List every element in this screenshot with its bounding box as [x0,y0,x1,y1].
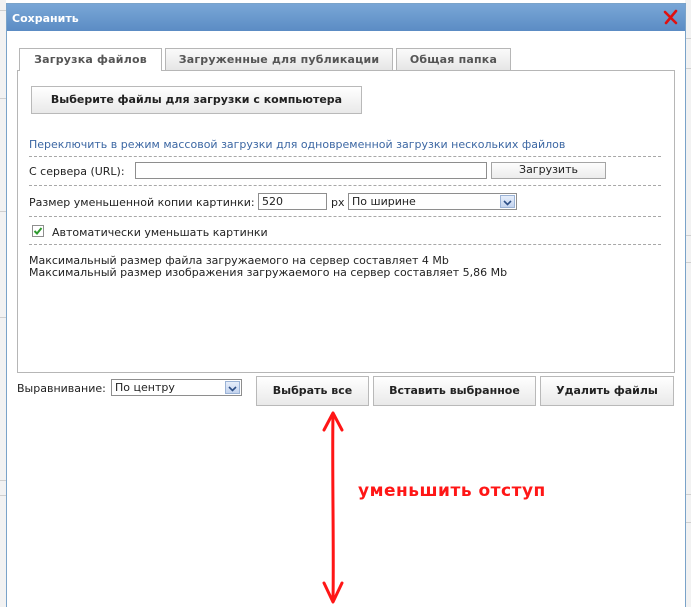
server-url-input[interactable] [135,162,487,179]
thumb-unit-label: px [331,196,345,209]
close-icon[interactable] [663,9,679,25]
alignment-selected: По центру [115,381,175,394]
choose-files-button[interactable]: Выберите файлы для загрузки с компьютера [31,86,362,114]
insert-selected-button[interactable]: Вставить выбранное [373,376,536,406]
insert-selected-label: Вставить выбранное [389,384,520,397]
dialog-title: Сохранить [12,12,79,25]
annotation-text: уменьшить отступ [358,481,546,501]
thumb-mode-selected: По ширине [352,195,416,208]
dialog-titlebar[interactable]: Сохранить [7,4,685,31]
tab-uploaded-for-publication[interactable]: Загруженные для публикации [165,48,393,70]
upload-panel: Выберите файлы для загрузки с компьютера… [17,70,675,373]
tab-upload-files[interactable]: Загрузка файлов [19,48,162,71]
tab-label: Загрузка файлов [34,53,147,66]
checkmark-icon [33,227,43,235]
thumb-size-input[interactable]: 520 [258,193,327,210]
select-all-button[interactable]: Выбрать все [256,376,369,406]
select-all-label: Выбрать все [272,384,353,397]
chevron-down-icon[interactable] [225,381,240,394]
tab-label: Загруженные для публикации [178,53,380,66]
choose-files-label: Выберите файлы для загрузки с компьютера [50,93,343,106]
separator [29,216,661,217]
separator [29,244,661,245]
max-image-size-text: Максимальный размер изображения загружае… [29,266,508,279]
double-arrow-annotation [322,411,344,604]
auto-shrink-label: Автоматически уменьшать картинки [52,226,268,239]
alignment-select[interactable]: По центру [111,379,242,396]
server-url-label: С сервера (URL): [29,165,125,178]
thumb-size-label: Размер уменьшенной копии картинки: [29,196,255,209]
separator [29,156,661,157]
chevron-down-icon[interactable] [500,195,515,208]
auto-shrink-checkbox[interactable] [32,225,44,237]
tab-shared-folder[interactable]: Общая папка [396,48,511,70]
alignment-label: Выравнивание: [17,382,106,395]
bulk-upload-mode-link[interactable]: Переключить в режим массовой загрузки дл… [29,138,565,151]
thumb-mode-select[interactable]: По ширине [348,193,517,210]
tab-label: Общая папка [409,53,498,66]
load-from-url-button[interactable]: Загрузить [491,162,606,179]
load-button-label: Загрузить [519,163,578,176]
delete-files-label: Удалить файлы [556,384,658,397]
separator [29,185,661,186]
delete-files-button[interactable]: Удалить файлы [540,376,674,406]
